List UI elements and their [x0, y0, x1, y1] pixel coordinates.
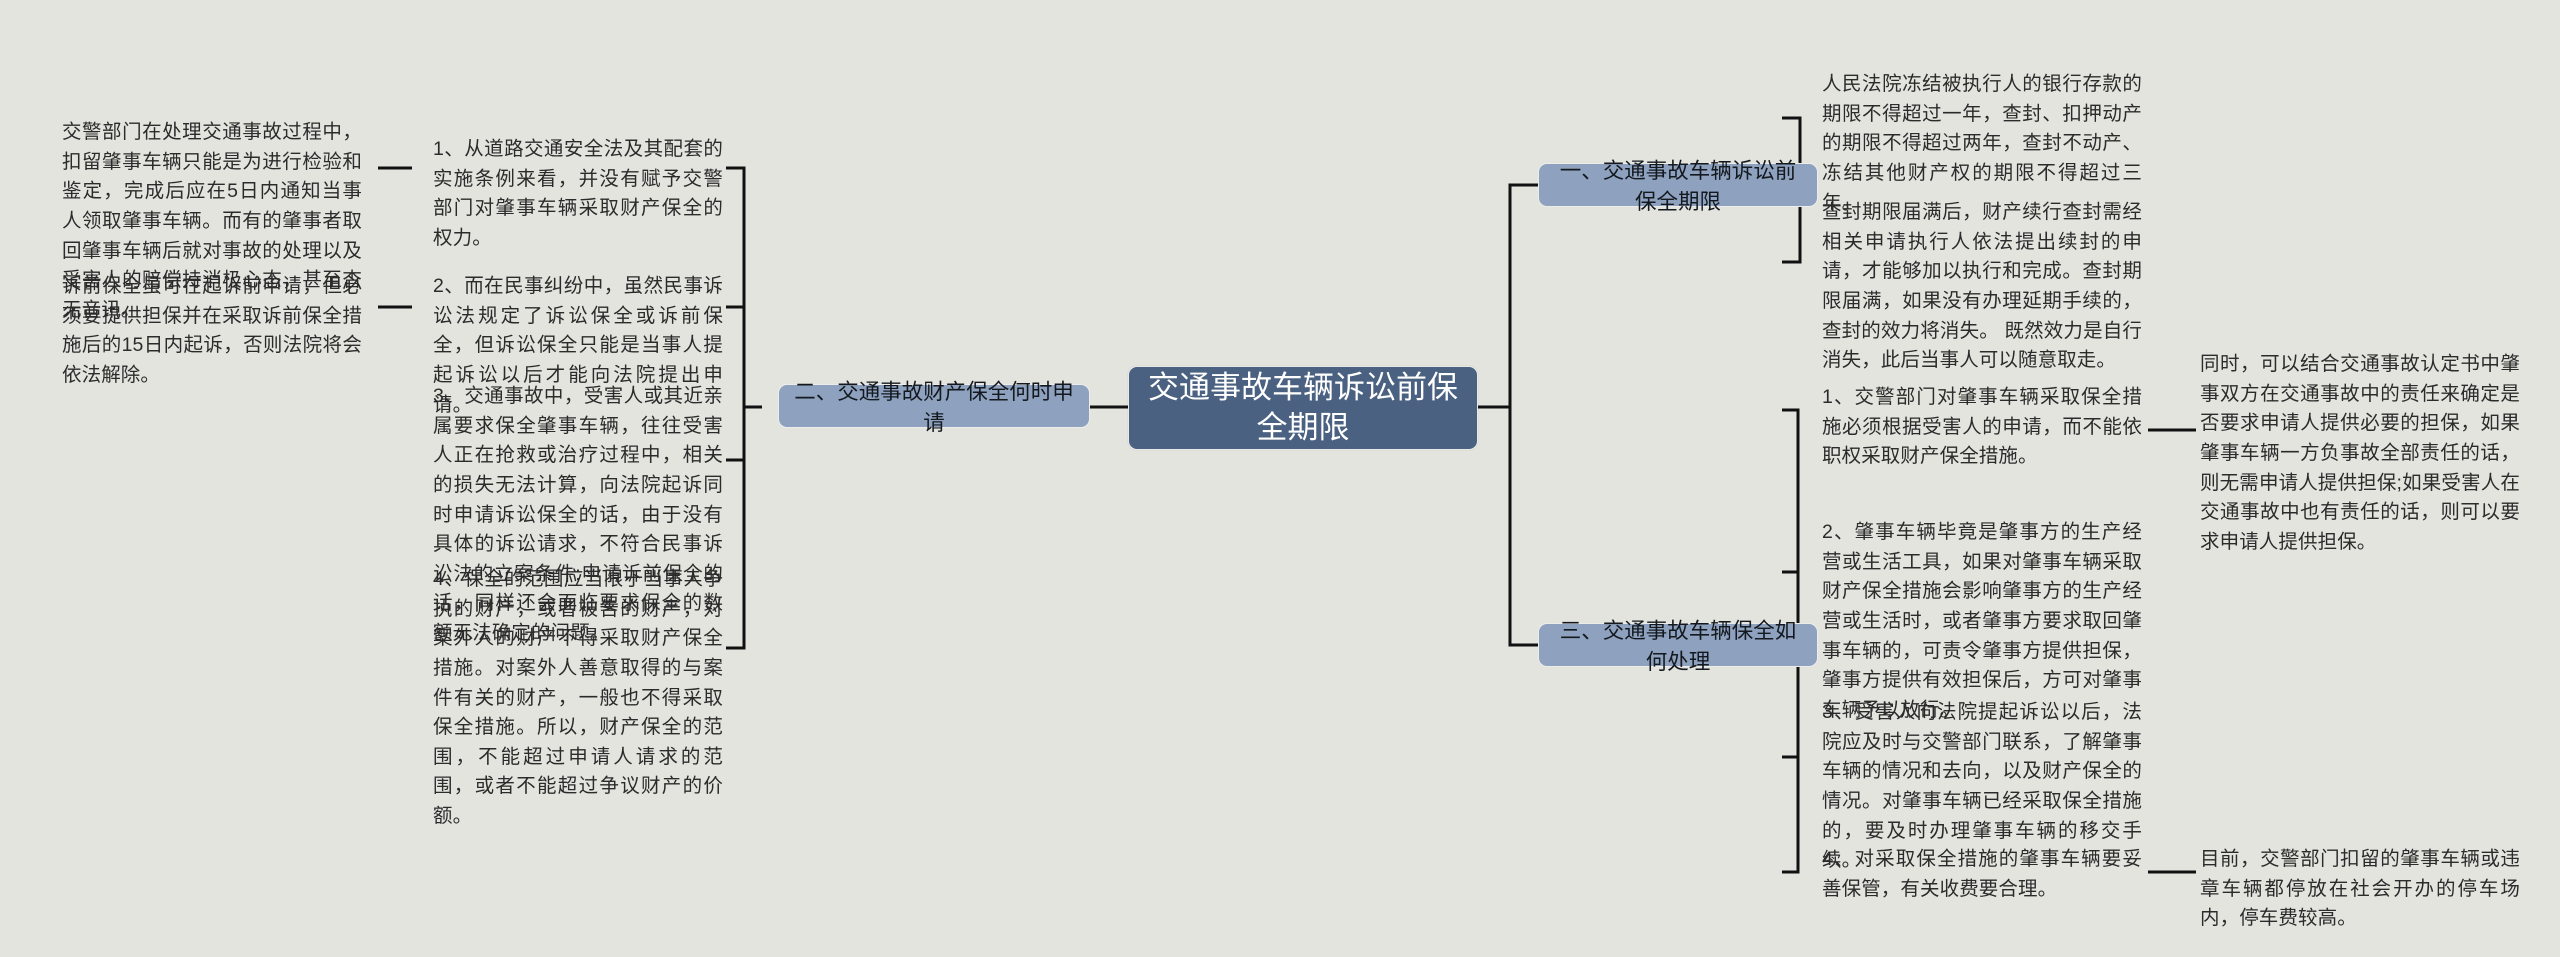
connector-lines — [378, 116, 2196, 874]
branch-node-1-label: 一、交通事故车辆诉讼前保全期限 — [1559, 159, 1797, 214]
leaf-text: 1、从道路交通安全法及其配套的实施条例来看，并没有赋予交警部门对肇事车辆采取财产… — [433, 138, 723, 249]
leaf-text: 诉前保全虽可在起诉前申请，但必须要提供担保并在采取诉前保全措施后的15日内起诉，… — [62, 275, 362, 386]
branch-node-2-label: 二、交通事故财产保全何时申请 — [794, 380, 1074, 435]
root-node-label: 交通事故车辆诉讼前保全期限 — [1148, 370, 1458, 445]
leaf-text: 同时，可以结合交通事故认定书中肇事双方在交通事故中的责任来确定是否要求申请人提供… — [2200, 353, 2520, 553]
branch-node-3-label: 三、交通事故车辆保全如何处理 — [1559, 619, 1797, 674]
leaf-text: 1、交警部门对肇事车辆采取保全措施必须根据受害人的申请，而不能依职权采取财产保全… — [1822, 386, 2142, 468]
leaf-text: 4、对采取保全措施的肇事车辆要妥善保管，有关收费要合理。 — [1822, 848, 2142, 900]
leaf-text: 人民法院冻结被执行人的银行存款的期限不得超过一年，查封、扣押动产的期限不得超过两… — [1822, 73, 2142, 214]
branch-node-1[interactable]: 一、交通事故车辆诉讼前保全期限 — [1538, 159, 1818, 214]
leaf-text: 2、肇事车辆毕竟是肇事方的生产经营或生活工具，如果对肇事车辆采取财产保全措施会影… — [1822, 521, 2142, 721]
mindmap-canvas: 交警部门在处理交通事故过程中，扣留肇事车辆只能是为进行检验和鉴定，完成后应在5日… — [0, 0, 2560, 957]
root-node[interactable]: 交通事故车辆诉讼前保全期限 — [1128, 366, 1478, 450]
branch-node-3[interactable]: 三、交通事故车辆保全如何处理 — [1538, 619, 1818, 674]
leaf-text: 目前，交警部门扣留的肇事车辆或违章车辆都停放在社会开办的停车场内，停车费较高。 — [2200, 848, 2520, 930]
leaf-text: 4、保全的范围应当限于当事人争执的财产，或者被告的财产，对案外人的财产不得采取财… — [433, 568, 723, 827]
branch-node-2[interactable]: 二、交通事故财产保全何时申请 — [778, 380, 1090, 435]
leaf-text: 查封期限届满后，财产续行查封需经相关申请执行人依法提出续封的申请，才能够加以执行… — [1822, 201, 2142, 372]
